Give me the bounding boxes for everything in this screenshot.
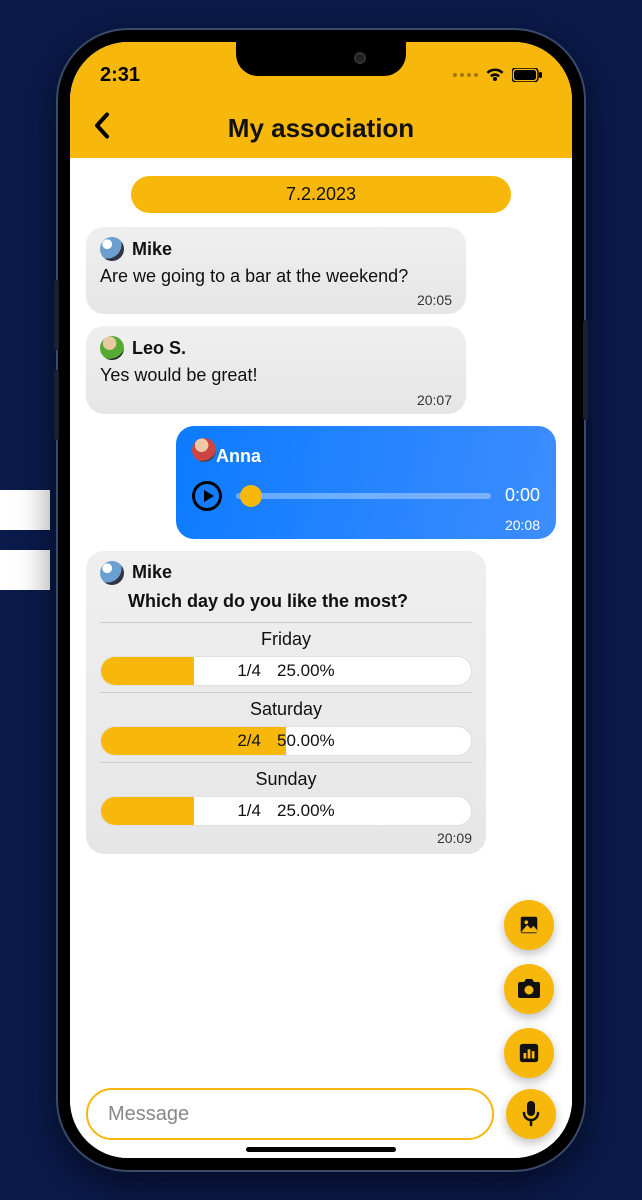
avatar [100,561,124,585]
sender-name: Anna [216,446,261,466]
message-time: 20:07 [100,392,452,408]
poll-count: 1/4 [237,801,261,821]
phone-frame: 2:31 My association 7.2.2023 [58,30,584,1170]
message-time: 20:09 [100,830,472,846]
image-icon [518,914,540,936]
avatar [100,336,124,360]
wifi-icon [484,67,506,83]
message-text: Yes would be great! [100,364,452,387]
cell-dots-icon [453,73,478,77]
poll-button[interactable] [504,1028,554,1078]
battery-icon [512,68,542,82]
message-bubble[interactable]: Mike Are we going to a bar at the weeken… [86,227,466,314]
message-input[interactable]: Message [86,1088,494,1140]
sender-name: Mike [132,239,172,260]
mic-icon [522,1101,540,1127]
poll-option-label: Saturday [100,699,472,720]
avatar [192,438,216,462]
back-button[interactable] [92,112,112,145]
message-bubble[interactable]: Leo S. Yes would be great! 20:07 [86,326,466,413]
page-title: My association [228,113,414,144]
chat-body: 7.2.2023 Mike Are we going to a bar at t… [70,158,572,1158]
poll-option-label: Sunday [100,769,472,790]
play-button[interactable] [192,481,222,511]
poll-pct: 50.00% [277,731,335,751]
poll-option-label: Friday [100,629,472,650]
poll-pct: 25.00% [277,801,335,821]
poll-bubble: Mike Which day do you like the most? Fri… [86,551,486,854]
camera-icon [517,979,541,999]
poll-count: 1/4 [237,661,261,681]
date-separator: 7.2.2023 [131,176,511,213]
input-placeholder: Message [108,1103,189,1126]
chevron-left-icon [92,112,112,140]
message-time: 20:05 [100,292,452,308]
sender-name: Leo S. [132,338,186,359]
slider-knob[interactable] [240,485,262,507]
action-fab-column [504,900,554,1078]
avatar [100,237,124,261]
gallery-button[interactable] [504,900,554,950]
home-indicator [246,1147,396,1152]
play-icon [204,490,214,502]
message-time: 20:08 [192,517,540,533]
status-time: 2:31 [100,64,140,87]
poll-question: Which day do you like the most? [128,591,472,612]
message-text: Are we going to a bar at the weekend? [100,265,452,288]
voice-record-button[interactable] [506,1089,556,1139]
voice-message-bubble[interactable]: Anna 0:00 20:08 [176,426,556,539]
sender-name: Mike [132,562,172,583]
camera-button[interactable] [504,964,554,1014]
poll-option-bar[interactable]: 2/4 50.00% [100,726,472,756]
poll-option-bar[interactable]: 1/4 25.00% [100,656,472,686]
poll-pct: 25.00% [277,661,335,681]
audio-duration: 0:00 [505,485,540,506]
poll-count: 2/4 [237,731,261,751]
poll-option-bar[interactable]: 1/4 25.00% [100,796,472,826]
bar-chart-icon [518,1042,540,1064]
audio-slider[interactable] [236,493,491,499]
